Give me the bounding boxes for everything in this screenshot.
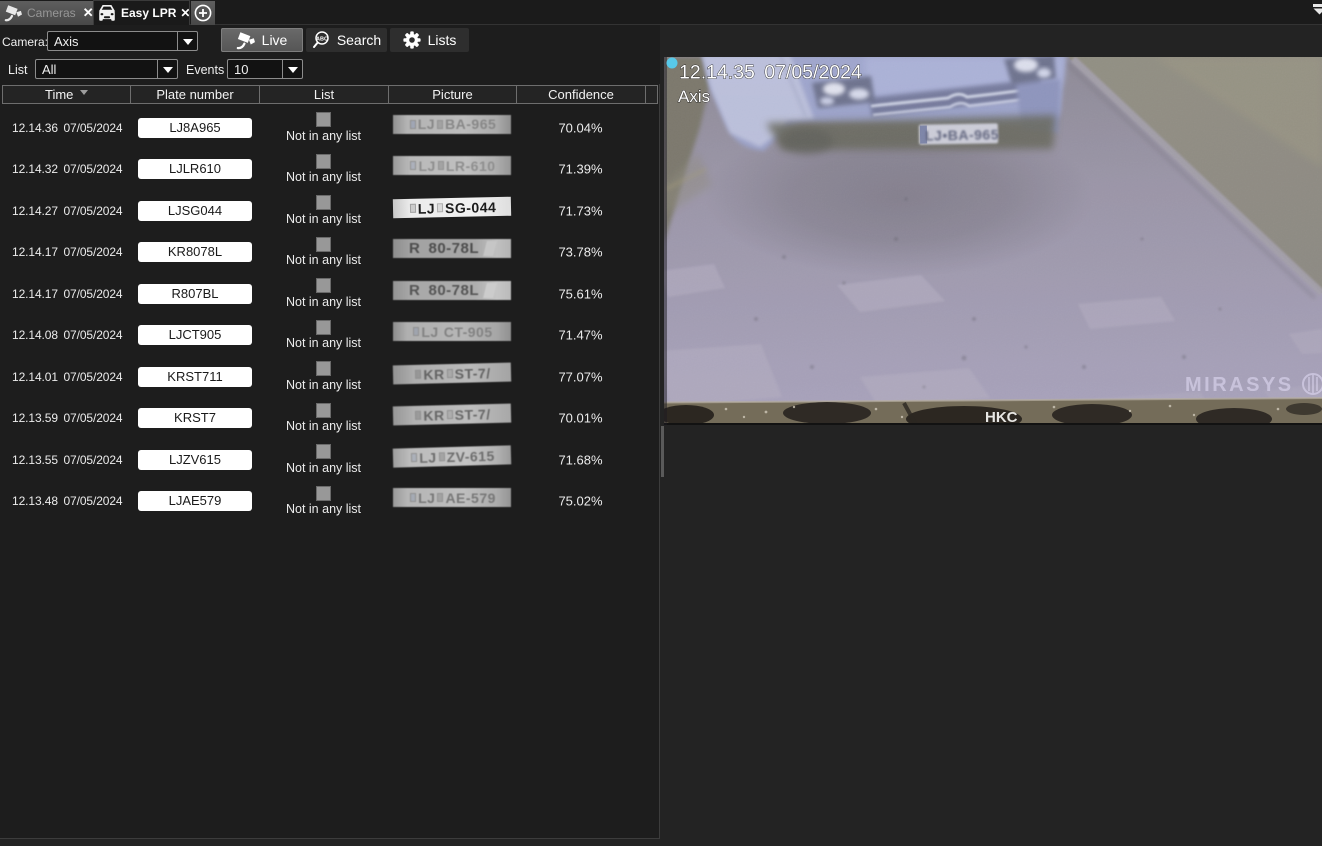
svg-text:ABC: ABC: [316, 36, 328, 42]
svg-text:12.14.35 07/05/2024: 12.14.35 07/05/2024: [679, 62, 862, 84]
svg-text:MIRASYS: MIRASYS: [1185, 374, 1294, 396]
svg-text:Axis: Axis: [678, 87, 710, 106]
svg-text:HKC: HKC: [985, 409, 1018, 425]
